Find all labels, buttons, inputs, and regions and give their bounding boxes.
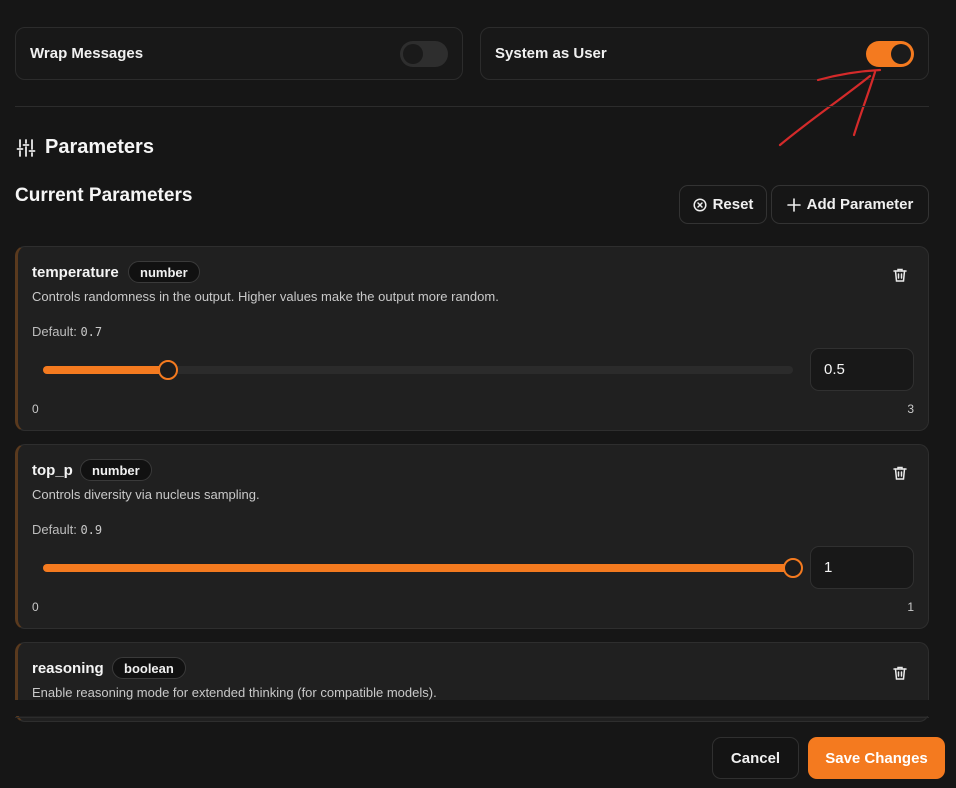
default-value: 0.7 [80, 325, 103, 339]
default-label: Default: [32, 522, 77, 537]
param-description: Controls diversity via nucleus sampling. [32, 487, 260, 502]
type-badge: number [128, 261, 200, 283]
add-parameter-button[interactable]: Add Parameter [771, 185, 929, 224]
toggle-knob [403, 43, 423, 64]
param-card-temperature: temperature number Controls randomness i… [15, 246, 929, 431]
type-badge: boolean [112, 657, 186, 679]
toggle-knob [891, 43, 911, 64]
default-label: Default: [32, 324, 77, 339]
trash-icon[interactable] [892, 267, 908, 283]
top-p-slider[interactable] [43, 558, 803, 578]
cancel-button[interactable]: Cancel [712, 737, 799, 779]
add-parameter-label: Add Parameter [806, 196, 914, 213]
section-divider [15, 106, 929, 107]
default-row: Default: 0.7 [32, 324, 102, 339]
section-title: Parameters [45, 136, 154, 158]
temperature-slider[interactable] [43, 360, 793, 380]
range-max: 3 [907, 402, 914, 416]
wrap-messages-card: Wrap Messages [15, 27, 463, 80]
wrap-messages-label: Wrap Messages [30, 45, 144, 62]
range-min: 0 [32, 600, 39, 614]
slider-fill [43, 564, 793, 572]
parameters-header: Parameters [16, 136, 154, 159]
type-badge: number [80, 459, 152, 481]
range-max: 1 [907, 600, 914, 614]
param-name: top_p [32, 462, 73, 479]
current-parameters-title: Current Parameters [15, 185, 193, 206]
reset-label: Reset [712, 196, 754, 213]
param-card-top-p: top_p number Controls diversity via nucl… [15, 444, 929, 629]
temperature-value-input[interactable]: 0.5 [810, 348, 914, 391]
save-changes-button[interactable]: Save Changes [808, 737, 945, 779]
annotation-arrow [778, 68, 882, 147]
close-circle-icon [693, 197, 707, 212]
param-description: Controls randomness in the output. Highe… [32, 289, 499, 304]
param-name: temperature [32, 264, 119, 281]
param-description: Enable reasoning mode for extended think… [32, 685, 437, 700]
trash-icon[interactable] [892, 465, 908, 481]
slider-thumb[interactable] [783, 558, 803, 578]
wrap-messages-toggle[interactable] [400, 40, 448, 67]
parameters-dialog: Wrap Messages System as User Parameters … [0, 0, 956, 788]
slider-thumb[interactable] [158, 360, 179, 380]
top-p-value-input[interactable]: 1 [810, 546, 914, 589]
reset-button[interactable]: Reset [679, 185, 767, 224]
param-name: reasoning [32, 660, 104, 677]
scroll-mask [15, 700, 929, 716]
sliders-icon [16, 138, 36, 157]
default-row: Default: 0.9 [32, 522, 102, 537]
footer-divider [15, 717, 929, 718]
system-as-user-label: System as User [495, 45, 607, 62]
slider-fill [43, 366, 169, 374]
default-value: 0.9 [80, 523, 103, 537]
trash-icon[interactable] [892, 665, 908, 681]
plus-icon [786, 197, 801, 212]
range-min: 0 [32, 402, 39, 416]
